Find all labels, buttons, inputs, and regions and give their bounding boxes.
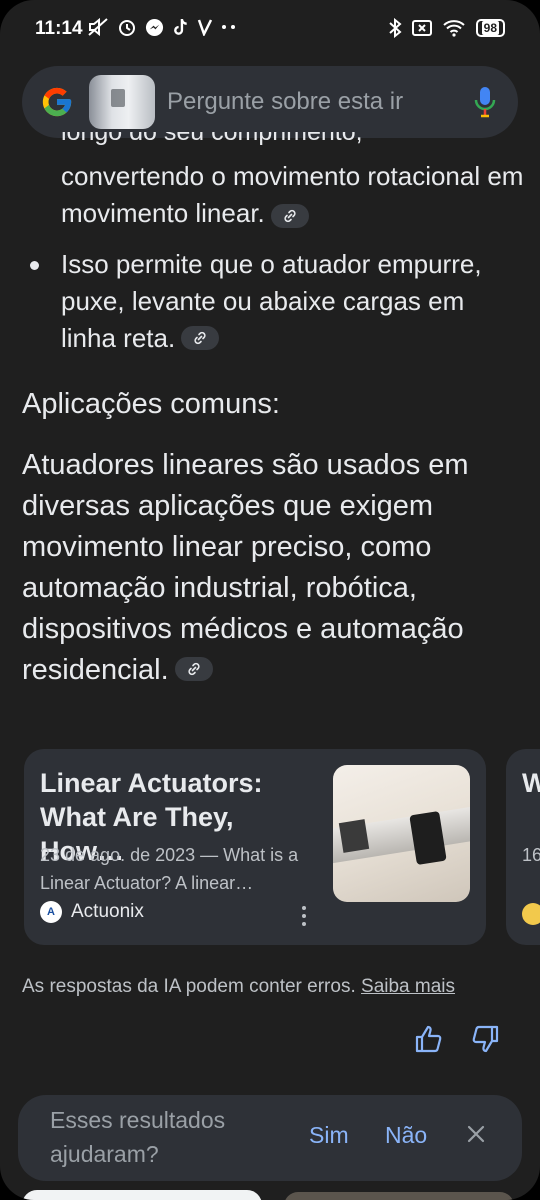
wifi-icon <box>442 20 465 37</box>
status-right-icons: 98 <box>388 18 505 38</box>
bullet-dot <box>30 261 39 270</box>
learn-more-link[interactable]: Saiba mais <box>361 976 455 997</box>
bullet-2: Isso permite que o atuador empurre, puxe… <box>30 246 526 357</box>
status-time: 11:14 <box>35 18 83 39</box>
paragraph-text: Atuadores lineares são usados em diversa… <box>22 449 469 686</box>
more-options-icon[interactable] <box>301 906 307 926</box>
source-card[interactable]: Linear Actuators: What Are They, How… 23… <box>24 749 486 945</box>
thumbs-up-icon[interactable] <box>414 1024 444 1054</box>
link-icon <box>284 209 296 222</box>
source-link-chip[interactable] <box>174 657 213 682</box>
card-source: A Actuonix <box>40 901 144 923</box>
link-icon <box>194 332 206 345</box>
card-snippet: 16 el <box>522 845 540 865</box>
feedback-sheet: Esses resultados ajudaram? Sim Não <box>18 1095 522 1181</box>
feedback-question: Esses resultados ajudaram? <box>50 1107 226 1167</box>
card-thumbnail-image[interactable] <box>333 765 470 902</box>
card-title[interactable]: W Li <box>522 766 540 800</box>
messenger-icon <box>145 18 164 36</box>
screen: 11:14 98 Pergunte sobre esta ir longo do… <box>0 0 540 1200</box>
bullet-1-continuation: convertendo o movimento rotacional em mo… <box>61 158 526 232</box>
battery-icon: 98 <box>475 19 505 37</box>
microphone-icon[interactable] <box>474 86 496 118</box>
clipped-text-line: longo do seu comprimento, <box>61 132 363 146</box>
bottom-peek-image[interactable] <box>284 1192 514 1200</box>
more-dots-icon <box>222 25 235 29</box>
mute-icon <box>88 17 108 37</box>
actuonix-favicon-icon: A <box>40 901 62 923</box>
tiktok-icon <box>174 18 187 35</box>
bullet-2-text: Isso permite que o atuador empurre, puxe… <box>61 249 482 353</box>
status-left-icons <box>87 17 237 37</box>
source-link-chip[interactable] <box>181 326 220 351</box>
bottom-peek-chip[interactable] <box>22 1190 262 1200</box>
status-bar: 11:14 98 <box>0 0 540 60</box>
link-icon <box>188 663 200 676</box>
source-card[interactable]: W Li 16 el <box>506 749 540 945</box>
query-image-thumbnail[interactable] <box>89 75 155 129</box>
applications-paragraph: Atuadores lineares são usados em diversa… <box>22 445 522 691</box>
search-bar[interactable]: Pergunte sobre esta ir <box>22 66 518 138</box>
battery-level: 98 <box>481 21 499 35</box>
disclaimer-text: As respostas da IA podem conter erros. <box>22 976 356 997</box>
feedback-no-button[interactable]: Não <box>385 1122 427 1149</box>
search-input[interactable]: Pergunte sobre esta ir <box>167 88 445 116</box>
card-source-name: Actuonix <box>71 901 144 922</box>
no-sim-icon <box>411 20 432 36</box>
bluetooth-icon <box>388 18 402 38</box>
close-icon[interactable] <box>465 1123 487 1145</box>
source-favicon-icon <box>522 903 540 925</box>
google-logo-icon[interactable] <box>40 85 74 119</box>
source-link-chip[interactable] <box>270 203 309 228</box>
thumbs-down-icon[interactable] <box>470 1024 500 1054</box>
feedback-yes-button[interactable]: Sim <box>309 1122 349 1149</box>
alarm-icon <box>119 20 135 36</box>
card-snippet: 23 de ago. de 2023 — What is a Linear Ac… <box>40 845 299 893</box>
v-app-icon <box>197 19 213 36</box>
section-title: Aplicações comuns: <box>22 388 280 420</box>
ai-disclaimer: As respostas da IA podem conter erros. S… <box>22 976 455 998</box>
